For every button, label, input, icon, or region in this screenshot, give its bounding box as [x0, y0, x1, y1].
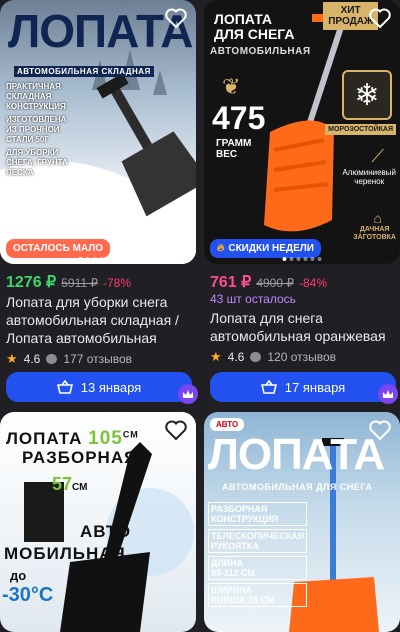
- old-price: 4900 ₽: [256, 276, 294, 290]
- snowflake-icon: ❄: [342, 70, 392, 120]
- delivery-button[interactable]: 13 января: [6, 372, 192, 402]
- basket-icon: [260, 380, 277, 394]
- image-carousel-dots: [282, 257, 322, 261]
- brand-badge-icon: [378, 384, 398, 404]
- image-line-4: МОБИЛЬНАЯ: [4, 544, 126, 563]
- delivery-button[interactable]: 17 января: [210, 372, 396, 402]
- image-size-2: 57СМ: [52, 474, 88, 494]
- discount: -78%: [103, 276, 132, 290]
- product-card-1[interactable]: ЛОПАТА АВТОМОБИЛЬНАЯ СКЛАДНАЯ ПРАКТИЧНАЯ…: [0, 0, 198, 404]
- flame-icon: 🔥︎: [217, 243, 225, 254]
- image-headline: ЛОПАТА: [208, 430, 385, 479]
- reviews-count[interactable]: 120 отзывов: [267, 350, 336, 364]
- heart-icon[interactable]: [368, 418, 392, 442]
- discount: -84%: [299, 276, 328, 290]
- image-carousel-dots: [78, 257, 118, 261]
- image-headline: ЛОПАТА ДЛЯ СНЕГА: [214, 11, 295, 42]
- handle-label: Алюминиевый черенок: [342, 168, 396, 186]
- image-subheadline: АВТОМОБИЛЬНАЯ: [210, 46, 311, 57]
- heart-icon[interactable]: [368, 6, 392, 30]
- image-subheadline: АВТОМОБИЛЬНАЯ СКЛАДНАЯ: [14, 66, 154, 77]
- product-image-2[interactable]: ЛОПАТА ДЛЯ СНЕГА АВТОМОБИЛЬНАЯ ХИТ ПРОДАЖ…: [204, 0, 400, 264]
- product-image-3[interactable]: ЛОПАТА 105СМ РАЗБОРНАЯ 57СМ АВТО МОБИЛЬН…: [0, 412, 196, 632]
- heart-icon[interactable]: [164, 6, 188, 30]
- reviews-count[interactable]: 177 отзывов: [63, 352, 132, 366]
- feather-icon: ❦: [222, 74, 241, 99]
- product-title[interactable]: Лопата для снега автомобильная оранжевая: [210, 309, 394, 345]
- image-line-3: АВТО: [80, 522, 132, 541]
- price: 761 ₽: [210, 274, 252, 291]
- rating-value: 4.6: [227, 350, 245, 364]
- product-image-1[interactable]: ЛОПАТА АВТОМОБИЛЬНАЯ СКЛАДНАЯ ПРАКТИЧНАЯ…: [0, 0, 196, 264]
- image-features: ПРАКТИЧНАЯ СКЛАДНАЯ КОНСТРУКЦИЯ ИЗГОТОВЛ…: [6, 82, 68, 177]
- price: 1276 ₽: [6, 274, 57, 291]
- rating-value: 4.6: [23, 352, 41, 366]
- weight-value: 475: [212, 100, 266, 136]
- brand-logo: ДАЧНАЯ ЗАГОТОВКА: [353, 226, 396, 241]
- product-image-4[interactable]: АВТО ЛОПАТА АВТОМОБИЛЬНАЯ ДЛЯ СНЕГА РАЗБ…: [204, 412, 400, 632]
- star-icon: ★: [210, 349, 222, 364]
- basket-icon: [56, 380, 73, 394]
- product-card-3[interactable]: ЛОПАТА 105СМ РАЗБОРНАЯ 57СМ АВТО МОБИЛЬН…: [0, 412, 196, 632]
- old-price: 5911 ₽: [61, 276, 98, 290]
- product-card-2[interactable]: ЛОПАТА ДЛЯ СНЕГА АВТОМОБИЛЬНАЯ ХИТ ПРОДАЖ…: [204, 0, 400, 404]
- house-icon: ⌂: [373, 210, 382, 226]
- stock-left: 43 шт осталось: [210, 292, 296, 306]
- image-features: РАЗБОРНАЯ КОНСТРУКЦИЯ ТЕЛЕСКОПИЧЕСКАЯ РУКО…: [208, 502, 308, 607]
- handle-icon: ⟋: [371, 146, 384, 166]
- image-subheadline: АВТОМОБИЛЬНАЯ ДЛЯ СНЕГА: [222, 482, 373, 492]
- product-title[interactable]: Лопата для уборки снега автомобильная ск…: [6, 293, 190, 347]
- delivery-date: 13 января: [80, 379, 142, 395]
- image-line-1: ЛОПАТА 105СМ: [6, 428, 139, 449]
- sale-badge: 🔥︎ СКИДКИ НЕДЕЛИ: [210, 239, 321, 258]
- brand-badge-icon: [178, 384, 198, 404]
- comment-icon: [250, 352, 262, 362]
- weight-label: ГРАММ ВЕС: [216, 138, 252, 160]
- image-line-5: до: [10, 568, 27, 583]
- image-line-2: РАЗБОРНАЯ: [22, 448, 138, 467]
- delivery-date: 17 января: [284, 379, 346, 395]
- heart-icon[interactable]: [164, 418, 188, 442]
- product-card-4[interactable]: АВТО ЛОПАТА АВТОМОБИЛЬНАЯ ДЛЯ СНЕГА РАЗБ…: [204, 412, 400, 632]
- image-temp: -30°С: [2, 584, 54, 606]
- low-stock-badge: ОСТАЛОСЬ МАЛО: [6, 239, 111, 258]
- frost-label: МОРОЗОСТОЙКАЯ: [325, 124, 396, 135]
- comment-icon: [46, 354, 58, 364]
- star-icon: ★: [6, 351, 18, 366]
